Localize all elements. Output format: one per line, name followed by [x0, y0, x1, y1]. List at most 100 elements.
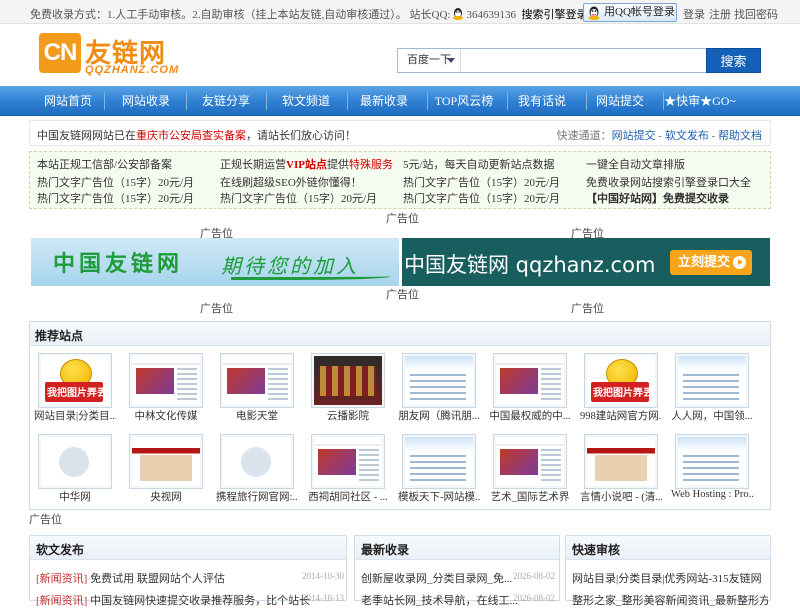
list-item[interactable]: 网站目录|分类目录|优秀网站-315友链网【... — [572, 570, 768, 586]
site-thumbnail[interactable] — [493, 353, 567, 408]
site-thumbnail[interactable] — [675, 434, 749, 489]
site-name[interactable]: 998建站网官方网... — [580, 408, 662, 423]
nav-separator — [266, 92, 267, 110]
site-card[interactable]: 言情小说吧 - (清... — [580, 434, 662, 504]
site-thumbnail[interactable] — [402, 353, 476, 408]
site-thumbnail[interactable] — [220, 434, 294, 489]
site-name[interactable]: 网站目录|分类目... — [34, 408, 116, 423]
site-card[interactable]: 中国最权威的中... — [489, 353, 571, 423]
site-name[interactable]: 模板天下-网站模... — [398, 489, 480, 504]
site-name[interactable]: 中林文化传媒 — [125, 408, 207, 423]
site-thumbnail[interactable] — [493, 434, 567, 489]
login-link[interactable]: 登录 — [683, 6, 705, 22]
submit-now-button[interactable]: 立刻提交 — [670, 250, 752, 275]
quick-link-sep: - — [655, 130, 665, 142]
forgot-password-link[interactable]: 找回密码 — [734, 6, 778, 22]
list-item[interactable]: [新闻资讯] 中国友链网快速提交收录推荐服务，比个站长 2014-10-13 — [36, 592, 344, 608]
site-card[interactable]: 携程旅行网官网:... — [216, 434, 298, 504]
chevron-down-icon — [447, 58, 455, 63]
site-thumbnail[interactable]: 我把图片弄丢了 — [38, 353, 112, 408]
site-card[interactable]: Web Hosting : Pro... — [671, 434, 753, 504]
site-thumbnail[interactable] — [129, 434, 203, 489]
latest-site: 老季站长网_技术导航，在线工... — [361, 595, 518, 607]
site-card[interactable]: 人人网，中国领... — [671, 353, 753, 423]
site-thumbnail-image — [405, 356, 473, 405]
site-thumbnail[interactable] — [311, 434, 385, 489]
site-thumbnail[interactable]: 我把图片弄丢了 — [584, 353, 658, 408]
quick-link-help[interactable]: 帮助文档 — [718, 130, 762, 142]
site-card[interactable]: 我把图片弄丢了 网站目录|分类目... — [34, 353, 116, 423]
site-thumbnail[interactable] — [129, 353, 203, 408]
search-input[interactable] — [462, 49, 706, 72]
text-ad[interactable]: 一键全自动文章排版 — [586, 156, 685, 172]
text-ad[interactable]: 【中国好站网】免费提交收录 — [586, 190, 729, 206]
site-name[interactable]: 艺术_国际艺术界 — [489, 489, 571, 504]
site-name[interactable]: 朋友网（腾讯朋... — [398, 408, 480, 423]
nav-feedback[interactable]: 我有话说 — [506, 86, 578, 116]
list-item[interactable]: 创新屋收录网_分类目录网_免... 2026-08-02 — [361, 570, 555, 586]
nav-fast-audit[interactable]: ★快审★GO~ — [664, 86, 736, 116]
nav-top-ranking[interactable]: TOP风云榜 — [428, 86, 500, 116]
site-card[interactable]: 模板天下-网站模... — [398, 434, 480, 504]
site-card[interactable]: 艺术_国际艺术界 — [489, 434, 569, 504]
site-card[interactable]: 电影天堂 — [216, 353, 296, 423]
nav-link-share[interactable]: 友链分享 — [190, 86, 262, 116]
site-card[interactable]: 央视网 — [125, 434, 205, 504]
nav-softnews[interactable]: 软文频道 — [270, 86, 342, 116]
news-date: 2014-10-30 — [302, 571, 344, 581]
site-thumbnail[interactable] — [38, 434, 112, 489]
site-card[interactable]: 西祠胡同社区 - ... — [307, 434, 389, 504]
list-item[interactable]: 老季站长网_技术导航，在线工... 2026-08-02 — [361, 592, 555, 608]
site-name[interactable]: Web Hosting : Pro... — [671, 489, 753, 500]
news-tag: [新闻资讯] — [36, 573, 88, 585]
quick-link-softnews[interactable]: 软文发布 — [665, 130, 709, 142]
text-ad[interactable]: 热门文字广告位（15字）20元/月 — [220, 190, 377, 206]
text-ad[interactable]: 热门文字广告位（15字）20元/月 — [37, 174, 194, 190]
site-name[interactable]: 云播影院 — [307, 408, 389, 423]
nav-latest[interactable]: 最新收录 — [348, 86, 420, 116]
site-thumbnail[interactable] — [311, 353, 385, 408]
text-ad[interactable]: 热门文字广告位（15字）20元/月 — [403, 190, 560, 206]
site-name[interactable]: 电影天堂 — [216, 408, 298, 423]
nav-home[interactable]: 网站首页 — [32, 86, 104, 116]
list-item[interactable]: [新闻资讯] 免费试用 联盟网站个人评估 2014-10-30 — [36, 570, 344, 586]
register-link[interactable]: 注册 — [709, 6, 731, 22]
site-thumbnail[interactable] — [402, 434, 476, 489]
site-name[interactable]: 人人网，中国领... — [671, 408, 753, 423]
site-thumbnail[interactable] — [584, 434, 658, 489]
nav-site-collection[interactable]: 网站收录 — [110, 86, 182, 116]
text-ad[interactable]: 热门文字广告位（15字）20元/月 — [403, 174, 560, 190]
site-thumbnail-image — [405, 437, 473, 486]
banner-join[interactable]: 中国友链网 期待您的加入 — [31, 238, 399, 286]
text-ad[interactable]: 在线刷超级SEO外链你懂得！ — [220, 174, 362, 190]
search-engine-login-link[interactable]: 搜索引擎登录 — [521, 9, 587, 21]
site-card[interactable]: 中华网 — [34, 434, 114, 504]
site-card[interactable]: 云播影院 — [307, 353, 387, 423]
site-logo[interactable]: CN 友链网 QQZHANZ.COM — [39, 31, 179, 79]
qq-login-button[interactable]: 用QQ帐号登录 — [583, 3, 677, 22]
text-ad[interactable]: 热门文字广告位（15字）20元/月 — [37, 190, 194, 206]
site-name[interactable]: 中华网 — [34, 489, 116, 504]
search-button[interactable]: 搜索 — [706, 48, 761, 73]
site-card[interactable]: 朋友网（腾讯朋... — [398, 353, 480, 423]
site-thumbnail[interactable] — [675, 353, 749, 408]
nav-submit-site[interactable]: 网站提交 — [584, 86, 656, 116]
quick-link-submit[interactable]: 网站提交 — [612, 130, 656, 142]
site-card[interactable]: 中林文化传媒 — [125, 353, 205, 423]
qq-icon — [453, 8, 464, 20]
site-name[interactable]: 携程旅行网官网:... — [216, 489, 298, 504]
site-thumbnail[interactable] — [220, 353, 294, 408]
search-engine-select[interactable]: 百度一下 — [398, 49, 461, 72]
site-name[interactable]: 央视网 — [125, 489, 207, 504]
banner-submit[interactable]: 中国友链网 qqzhanz.com 立刻提交 — [402, 238, 770, 286]
text-ad[interactable]: 正规长期运营VIP站点提供特殊服务 — [220, 156, 393, 172]
list-item[interactable]: 整形之家_整形美容新闻资讯_最新整形方... — [572, 592, 768, 608]
site-name[interactable]: 言情小说吧 - (清... — [580, 489, 662, 504]
latest-title: 最新收录 — [361, 543, 410, 557]
site-name[interactable]: 西祠胡同社区 - ... — [307, 489, 389, 504]
site-name[interactable]: 中国最权威的中... — [489, 408, 571, 423]
text-ad[interactable]: 本站正规工信部/公安部备案 — [37, 156, 172, 172]
text-ad[interactable]: 5元/站，每天自动更新站点数据 — [403, 156, 555, 172]
text-ad[interactable]: 免费收录网站搜索引擎登录口大全 — [586, 174, 751, 190]
site-card[interactable]: 我把图片弄丢了 998建站网官方网... — [580, 353, 662, 423]
